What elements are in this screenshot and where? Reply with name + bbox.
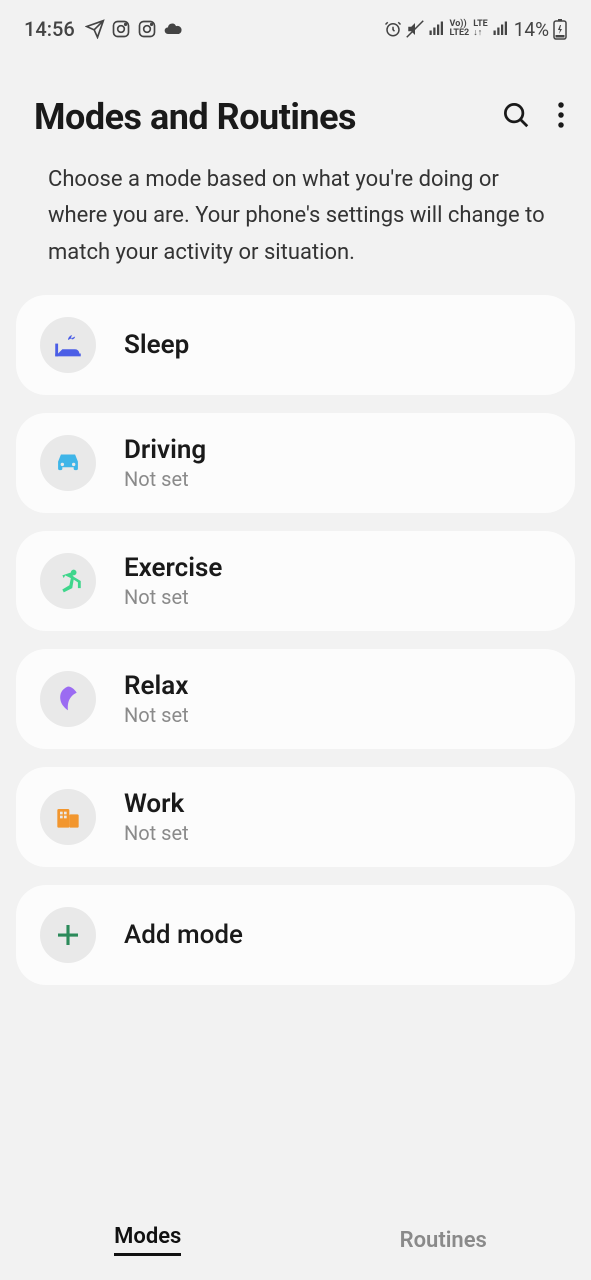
driving-icon: [40, 435, 96, 491]
mode-item-add[interactable]: Add mode: [16, 885, 575, 985]
mode-subtitle: Not set: [124, 585, 222, 609]
cloud-icon: [163, 19, 183, 39]
volte-icon: Vo))LTE2: [450, 20, 470, 38]
mode-item-relax[interactable]: Relax Not set: [16, 649, 575, 749]
instagram-icon: [111, 19, 131, 39]
mode-title: Add mode: [124, 920, 243, 950]
signal-icon: [492, 20, 510, 38]
exercise-icon: [40, 553, 96, 609]
mode-item-sleep[interactable]: Sleep: [16, 295, 575, 395]
sleep-icon: [40, 317, 96, 373]
bottom-tabs: Modes Routines: [0, 1200, 591, 1280]
relax-icon: [40, 671, 96, 727]
page-description: Choose a mode based on what you're doing…: [0, 138, 591, 281]
mode-title: Driving: [124, 435, 206, 465]
mode-title: Relax: [124, 671, 189, 701]
mode-subtitle: Not set: [124, 467, 206, 491]
mute-icon: [406, 20, 424, 38]
mode-item-driving[interactable]: Driving Not set: [16, 413, 575, 513]
page-title: Modes and Routines: [34, 96, 356, 138]
telegram-icon: [85, 19, 105, 39]
status-right: Vo))LTE2 LTE↓↑ 14%: [384, 18, 567, 41]
mode-title: Exercise: [124, 553, 222, 583]
header-actions: [501, 100, 565, 134]
tab-modes[interactable]: Modes: [0, 1200, 296, 1280]
modes-list: Sleep Driving Not set Exercise Not set R…: [0, 281, 591, 985]
tab-routines[interactable]: Routines: [296, 1200, 591, 1280]
lte-icon: LTE↓↑: [473, 20, 488, 38]
plus-icon: [40, 907, 96, 963]
tab-label: Modes: [114, 1224, 181, 1256]
status-time: 14:56: [24, 17, 75, 41]
mode-item-exercise[interactable]: Exercise Not set: [16, 531, 575, 631]
work-icon: [40, 789, 96, 845]
signal-icon: [428, 20, 446, 38]
mode-subtitle: Not set: [124, 821, 189, 845]
mode-item-work[interactable]: Work Not set: [16, 767, 575, 867]
more-icon[interactable]: [557, 100, 565, 134]
instagram-icon: [137, 19, 157, 39]
mode-title: Work: [124, 789, 189, 819]
search-icon[interactable]: [501, 100, 531, 134]
tab-label: Routines: [400, 1228, 487, 1253]
status-left: 14:56: [24, 17, 183, 41]
status-bar: 14:56 Vo))LTE2 LTE↓↑ 14%: [0, 0, 591, 48]
battery-percent: 14%: [514, 18, 549, 41]
page-header: Modes and Routines: [0, 48, 591, 138]
mode-subtitle: Not set: [124, 703, 189, 727]
alarm-icon: [384, 20, 402, 38]
battery-icon: [553, 18, 567, 40]
mode-title: Sleep: [124, 330, 189, 360]
